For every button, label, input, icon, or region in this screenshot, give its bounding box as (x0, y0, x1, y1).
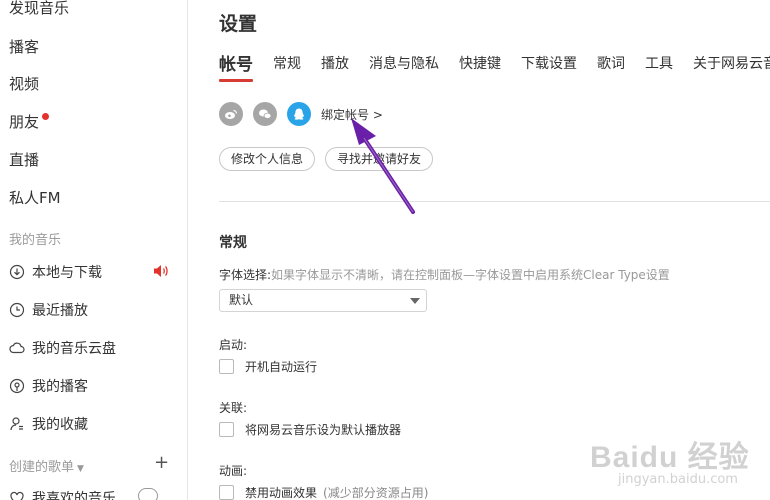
font-hint: 如果字体显示不清晰，请在控制面板—字体设置中启用系统Clear Type设置 (271, 268, 670, 282)
chevron-down-icon (410, 298, 420, 304)
sidebar-item-label: 朋友 (9, 113, 40, 131)
section-divider (219, 201, 770, 202)
sidebar-item-collection[interactable]: 我的收藏 (9, 414, 88, 434)
my-music-title: 我的音乐 (9, 233, 62, 248)
anim-checkbox[interactable] (219, 485, 234, 500)
assoc-label: 关联: (219, 401, 248, 415)
tab-lyrics[interactable]: 歌词 (597, 53, 625, 78)
sidebar-item-live[interactable]: 直播 (9, 149, 39, 170)
wechat-button[interactable] (253, 102, 277, 126)
bind-account-link[interactable]: 绑定帐号 > (321, 106, 383, 123)
tab-download-settings[interactable]: 下载设置 (521, 53, 577, 78)
font-select[interactable]: 默认 (219, 289, 427, 312)
baidu-watermark: Baidu 经验 jingyan.baidu.com (590, 432, 766, 494)
tab-account[interactable]: 帐号 (219, 50, 253, 82)
sidebar-item-discover[interactable]: 发现音乐 (9, 0, 69, 18)
startup-label: 启动: (219, 338, 248, 352)
anim-hint: (减少部分资源占用) (323, 486, 429, 500)
heart-icon (10, 491, 24, 500)
speaker-icon (154, 265, 168, 277)
settings-main: 设置 帐号 常规 播放 消息与隐私 快捷键 下载设置 歌词 工具 关于网易云音乐… (189, 0, 770, 500)
tab-messages-privacy[interactable]: 消息与隐私 (369, 53, 439, 78)
tab-about[interactable]: 关于网易云音乐 (693, 53, 770, 78)
tab-tools[interactable]: 工具 (645, 53, 673, 78)
clock-icon (9, 302, 25, 318)
page-title: 设置 (219, 13, 258, 35)
sidebar-item-label: 本地与下载 (32, 265, 102, 281)
sidebar-item-local-download[interactable]: 本地与下载 (9, 262, 102, 282)
podcast-icon (9, 378, 25, 394)
sidebar-item-label: 我喜欢的音乐 (32, 491, 116, 500)
sidebar-item-my-podcast[interactable]: 我的播客 (9, 376, 88, 396)
sidebar-item-cloud[interactable]: 我的音乐云盘 (9, 338, 116, 358)
assoc-option-label: 将网易云音乐设为默认播放器 (245, 423, 402, 437)
chevron-down-icon: ▼ (77, 464, 84, 474)
sidebar: 发现音乐 播客 视频 朋友 直播 私人FM 我的音乐 本地与下载 最近播放 我的… (0, 0, 188, 500)
cloud-icon (9, 342, 25, 354)
font-select-value: 默认 (229, 293, 254, 307)
find-friends-button[interactable]: 寻找并邀请好友 (325, 147, 434, 171)
sidebar-item-recent[interactable]: 最近播放 (9, 300, 88, 320)
watermark-url: jingyan.baidu.com (618, 472, 738, 487)
created-playlists-title[interactable]: 创建的歌单 ▼ (9, 456, 84, 475)
font-label: 字体选择: (219, 268, 272, 282)
sidebar-item-label: 最近播放 (32, 303, 88, 319)
assoc-option[interactable]: 将网易云音乐设为默认播放器 (219, 421, 401, 438)
qq-button[interactable] (287, 102, 311, 126)
sidebar-item-personal-fm[interactable]: 私人FM (9, 187, 61, 208)
general-heading: 常规 (219, 235, 247, 251)
sidebar-item-label: 我的音乐云盘 (32, 341, 116, 357)
anim-label: 动画: (219, 464, 248, 478)
download-icon (9, 264, 25, 280)
watermark-brand: Baidu 经验 (590, 441, 750, 474)
sidebar-item-label: 我的播客 (32, 379, 88, 395)
collection-icon (10, 417, 23, 431)
heart-mode-icon[interactable] (138, 488, 158, 500)
anim-option[interactable]: 禁用动画效果 (减少部分资源占用) (219, 484, 428, 500)
startup-option[interactable]: 开机自动运行 (219, 358, 317, 375)
startup-checkbox[interactable] (219, 359, 234, 374)
tab-shortcuts[interactable]: 快捷键 (459, 53, 501, 78)
tab-playback[interactable]: 播放 (321, 53, 349, 78)
tab-general[interactable]: 常规 (273, 53, 301, 78)
sidebar-item-liked-music[interactable]: 我喜欢的音乐 (9, 488, 116, 500)
assoc-checkbox[interactable] (219, 422, 234, 437)
sidebar-item-video[interactable]: 视频 (9, 73, 39, 94)
wechat-icon (259, 109, 272, 119)
weibo-button[interactable] (219, 102, 243, 126)
startup-option-label: 开机自动运行 (245, 360, 318, 374)
edit-profile-button[interactable]: 修改个人信息 (219, 147, 316, 171)
sidebar-item-friends[interactable]: 朋友 (9, 111, 50, 132)
qq-icon (293, 108, 305, 120)
add-playlist-icon[interactable]: + (154, 454, 169, 472)
sidebar-item-label: 我的收藏 (32, 417, 88, 433)
anim-option-label: 禁用动画效果 (245, 486, 318, 500)
settings-tabs: 帐号 常规 播放 消息与隐私 快捷键 下载设置 歌词 工具 关于网易云音乐 (219, 50, 770, 82)
created-playlists-label: 创建的歌单 (9, 460, 75, 475)
weibo-icon (225, 109, 238, 119)
sidebar-item-podcast[interactable]: 播客 (9, 36, 39, 57)
notification-dot (42, 113, 50, 120)
font-setting: 字体选择:如果字体显示不清晰，请在控制面板—字体设置中启用系统Clear Typ… (219, 266, 670, 283)
